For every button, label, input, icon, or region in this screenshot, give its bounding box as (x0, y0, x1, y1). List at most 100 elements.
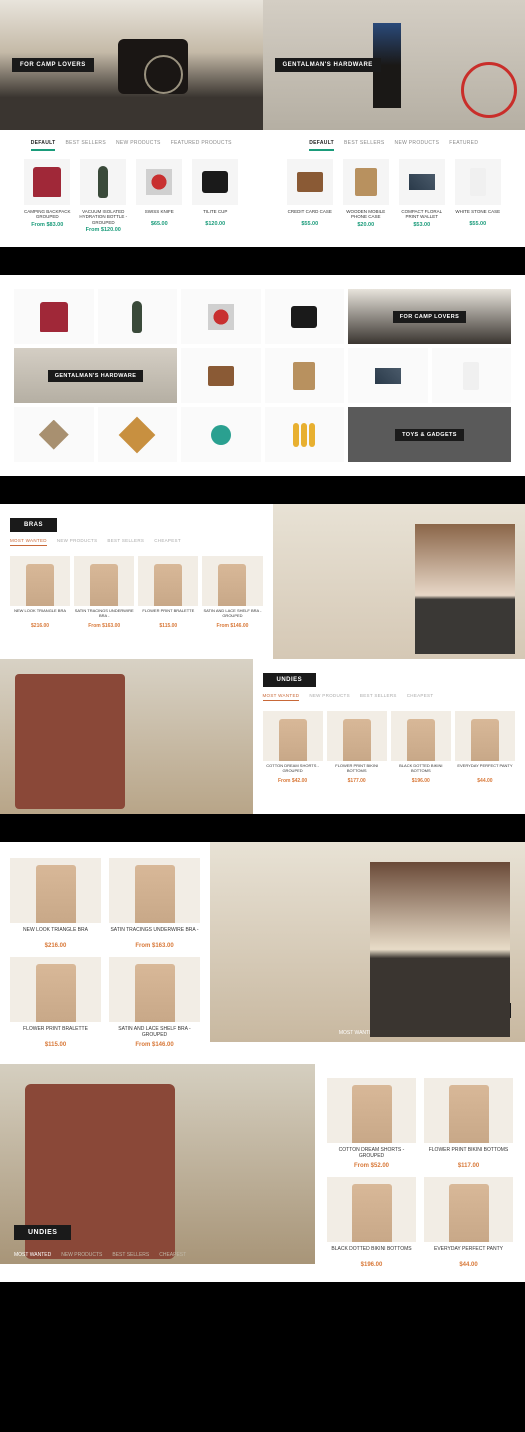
tab-cheapest[interactable]: CHEAPEST (407, 693, 434, 701)
tab-new[interactable]: NEW PRODUCTS (386, 1030, 427, 1036)
product-card[interactable]: WHITE STONE CASE$55.00 (452, 159, 504, 233)
undies-label: UNDIES (14, 1225, 71, 1240)
hero-hardware[interactable]: GENTALMAN'S HARDWARE (263, 0, 525, 130)
product-price: $53.00 (396, 222, 448, 228)
tab-bestsellers[interactable]: BEST SELLERS (360, 693, 397, 701)
product-card[interactable]: SATIN TRACINGS UNDERWIRE BRA - From $163.… (74, 556, 134, 629)
product-card[interactable]: TILITE CUP$120.00 (189, 159, 241, 233)
product-card[interactable]: CREDIT CARD CASE$55.00 (284, 159, 336, 233)
product-price: $44.00 (424, 1262, 513, 1268)
tab-new[interactable]: NEW PRODUCTS (57, 538, 98, 546)
undies-tabs: MOST WANTED NEW PRODUCTS BEST SELLERS CH… (14, 1252, 186, 1258)
tabs-left: DEFAULT BEST SELLERS NEW PRODUCTS FEATUR… (0, 140, 263, 151)
product-name: FLOWER PRINT BRALETTE (10, 1026, 101, 1040)
product-card[interactable]: CAMPING BACKPACK GROUPED From $83.00 (21, 159, 73, 233)
tile-knife[interactable] (181, 289, 261, 344)
product-name: NEW LOOK TRIANGLE BRA (10, 927, 101, 941)
bras-hero[interactable] (273, 504, 525, 659)
product-card[interactable]: FLOWER PRINT BIKINI BOTTOMS$117.00 (424, 1078, 513, 1169)
tile-soda[interactable] (265, 407, 345, 462)
product-price: From $83.00 (21, 222, 73, 228)
tile-cup[interactable] (265, 289, 345, 344)
product-name: FLOWER PRINT BRALETTE (138, 609, 198, 621)
tab-bestsellers[interactable]: BEST SELLERS (107, 538, 144, 546)
product-name: WHITE STONE CASE (452, 209, 504, 219)
model-icon (352, 1085, 392, 1143)
tab-new[interactable]: NEW PRODUCTS (116, 140, 161, 151)
tab-mostwanted[interactable]: MOST WANTED (14, 1252, 51, 1258)
product-name: SATIN TRACINGS UNDERWIRE BRA - (74, 609, 134, 621)
product-card[interactable]: SATIN AND LACE SHELF BRA - GROUPEDFrom $… (202, 556, 262, 629)
product-card[interactable]: COMPACT FLORAL PRINT WALLET$53.00 (396, 159, 448, 233)
product-card[interactable]: SATIN TRACINGS UNDERWIRE BRA -From $163.… (109, 858, 200, 949)
hero-camp[interactable]: FOR CAMP LOVERS (0, 0, 263, 130)
product-card[interactable]: COTTON DREAM SHORTS - GROUPEDFrom $52.00 (327, 1078, 416, 1169)
tab-cheapest[interactable]: CHEAPEST (154, 538, 181, 546)
product-card[interactable]: VACUUM ISOLATED HYDRATION BOTTLE - GROUP… (77, 159, 129, 233)
undies-products-column: COTTON DREAM SHORTS - GROUPEDFrom $52.00… (315, 1064, 525, 1282)
product-card[interactable]: FLOWER PRINT BRALETTE$115.00 (10, 957, 101, 1048)
bras-tabs: MOST WANTED NEW PRODUCTS BEST SELLERS CH… (10, 538, 263, 546)
hardware-label: GENTALMAN'S HARDWARE (48, 370, 144, 382)
tab-cheapest[interactable]: CHEAPEST (159, 1252, 186, 1258)
tab-bestsellers[interactable]: BEST SELLERS (65, 140, 105, 151)
product-card[interactable]: EVERYDAY PERFECT PANTY$44.00 (424, 1177, 513, 1268)
knife-icon (146, 169, 172, 195)
product-card[interactable]: NEW LOOK TRIANGLE BRA$216.00 (10, 858, 101, 949)
product-price: $177.00 (327, 778, 387, 784)
product-card[interactable]: BLACK DOTTED BIKINI BOTTOMS$196.00 (327, 1177, 416, 1268)
undies-tabs: MOST WANTED NEW PRODUCTS BEST SELLERS CH… (263, 693, 516, 701)
woodcase-icon (355, 168, 377, 196)
tile-wallet[interactable] (348, 348, 428, 403)
undies-hero[interactable]: UNDIES MOST WANTED NEW PRODUCTS BEST SEL… (0, 1064, 315, 1264)
product-card[interactable]: BLACK DOTTED BIKINI BOTTOMS$196.00 (391, 711, 451, 784)
product-card[interactable]: FLOWER PRINT BRALETTE$115.00 (138, 556, 198, 629)
tile-backpack[interactable] (14, 289, 94, 344)
bottle-icon (132, 301, 142, 333)
camp-label: FOR CAMP LOVERS (393, 311, 466, 323)
model-icon (36, 865, 76, 923)
tile-camp-category[interactable]: FOR CAMP LOVERS (348, 289, 511, 344)
product-card[interactable]: WOODEN MOBILE PHONE CASE $20.00 (340, 159, 392, 233)
tile-puzzle[interactable] (98, 407, 178, 462)
tab-new[interactable]: NEW PRODUCTS (61, 1252, 102, 1258)
product-card[interactable]: COTTON DREAM SHORTS - GROUPEDFrom $42.00 (263, 711, 323, 784)
tile-tiefighter[interactable] (14, 407, 94, 462)
tile-hardware-category[interactable]: GENTALMAN'S HARDWARE (14, 348, 177, 403)
tile-toys-category[interactable]: TOYS & GADGETS (348, 407, 511, 462)
product-card[interactable]: SWISS KNIFE$65.00 (133, 159, 185, 233)
tab-default[interactable]: DEFAULT (309, 140, 334, 151)
tab-default[interactable]: DEFAULT (31, 140, 56, 151)
tab-new[interactable]: NEW PRODUCTS (395, 140, 440, 151)
product-price: $55.00 (284, 221, 336, 227)
product-card[interactable]: EVERYDAY PERFECT PANTY$44.00 (455, 711, 515, 784)
bras-hero[interactable]: BRAS MOST WANTED NEW PRODUCTS BEST SELLE… (210, 842, 525, 1042)
tab-featured[interactable]: FEATURED (449, 140, 478, 151)
product-card[interactable]: FLOWER PRINT BIKINI BOTTOMS$177.00 (327, 711, 387, 784)
tile-pingpong[interactable] (181, 407, 261, 462)
product-name: WOODEN MOBILE PHONE CASE (340, 209, 392, 220)
hero-hardware-label: GENTALMAN'S HARDWARE (275, 58, 381, 72)
tile-stonecase[interactable] (432, 348, 512, 403)
tab-bestsellers[interactable]: BEST SELLERS (112, 1252, 149, 1258)
products-right: CREDIT CARD CASE$55.00 WOODEN MOBILE PHO… (263, 159, 525, 233)
product-card[interactable]: SATIN AND LACE SHELF BRA - GROUPEDFrom $… (109, 957, 200, 1048)
tile-bottle[interactable] (98, 289, 178, 344)
product-price: From $163.00 (74, 623, 134, 629)
product-name: BLACK DOTTED BIKINI BOTTOMS (327, 1246, 416, 1260)
tab-cheapest[interactable]: CHEAPEST (484, 1030, 511, 1036)
tab-new[interactable]: NEW PRODUCTS (309, 693, 350, 701)
tab-featured[interactable]: FEATURED PRODUCTS (171, 140, 232, 151)
undies-hero[interactable] (0, 659, 253, 814)
cardcase-icon (208, 366, 234, 386)
tile-cardcase[interactable] (181, 348, 261, 403)
tab-mostwanted[interactable]: MOST WANTED (263, 693, 300, 701)
tab-mostwanted[interactable]: MOST WANTED (339, 1030, 376, 1036)
tab-bestsellers[interactable]: BEST SELLERS (437, 1030, 474, 1036)
tab-mostwanted[interactable]: MOST WANTED (10, 538, 47, 546)
product-name: CAMPING BACKPACK GROUPED (21, 209, 73, 220)
tab-bestsellers[interactable]: BEST SELLERS (344, 140, 384, 151)
tile-woodcase[interactable] (265, 348, 345, 403)
product-card[interactable]: NEW LOOK TRIANGLE BRA$216.00 (10, 556, 70, 629)
product-price: $20.00 (340, 222, 392, 228)
